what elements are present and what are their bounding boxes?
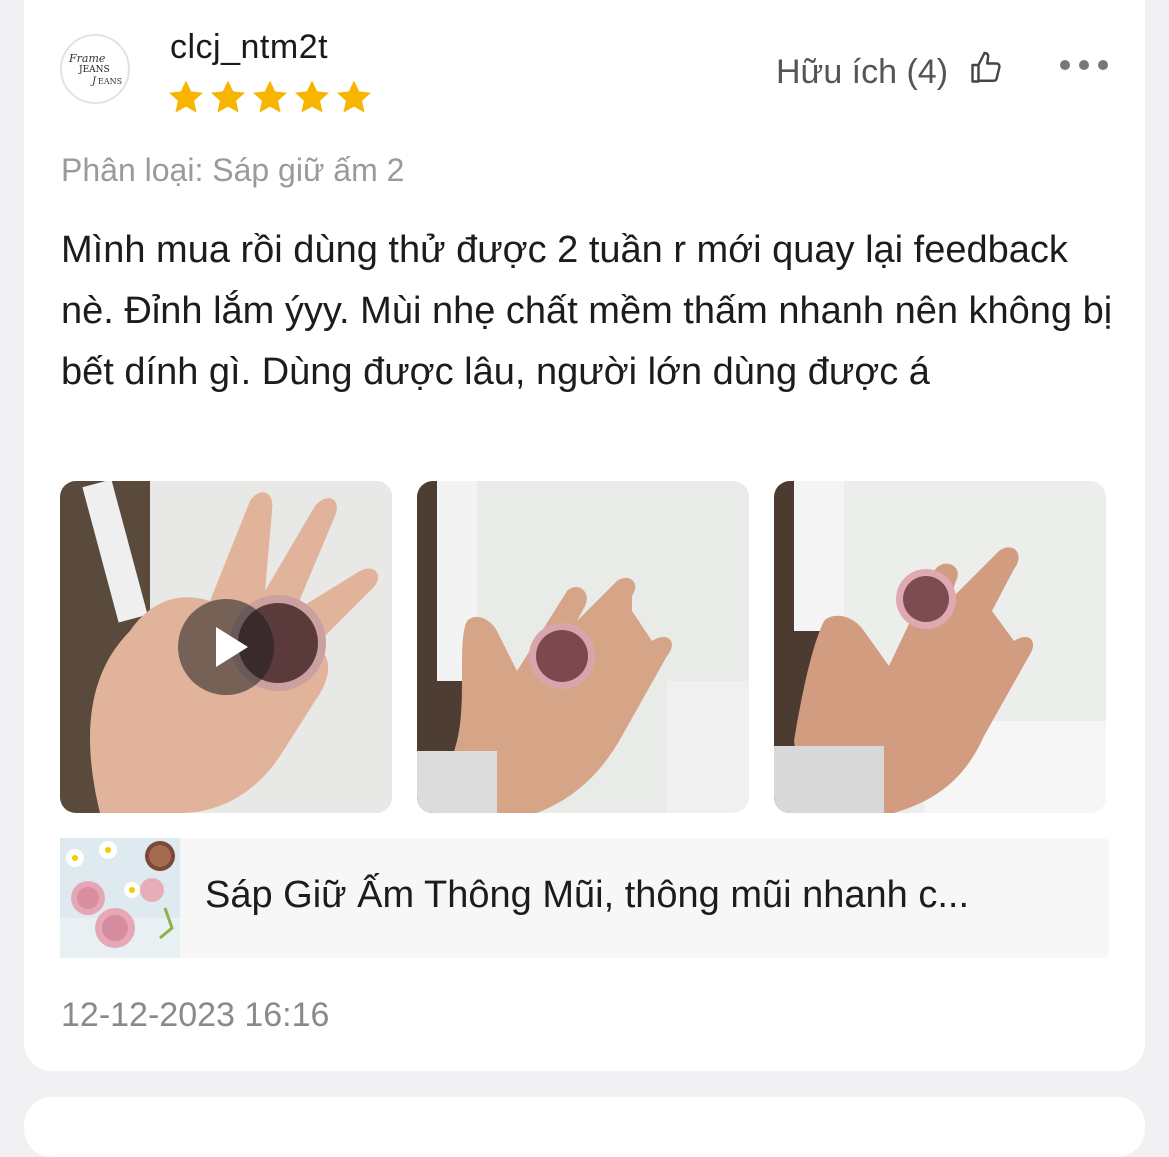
star-icon	[252, 80, 288, 113]
svg-text:J: J	[90, 76, 97, 87]
play-icon[interactable]	[178, 599, 274, 695]
review-photo[interactable]	[417, 481, 749, 813]
next-review-card	[24, 1097, 1145, 1157]
review-text: Mình mua rồi dùng thử được 2 tuần r mới …	[61, 229, 1113, 393]
rating-stars	[166, 78, 374, 116]
svg-text:EANS: EANS	[98, 77, 122, 86]
avatar-logo: Frame JEANS J EANS	[68, 52, 122, 87]
product-title: Sáp Giữ Ấm Thông Mũi, thông mũi nhanh c.…	[205, 874, 970, 916]
svg-text:Frame: Frame	[68, 52, 106, 65]
avatar[interactable]: Frame JEANS J EANS	[60, 34, 130, 104]
star-icon	[336, 80, 372, 113]
star-icon	[294, 80, 330, 113]
helpful-label: Hữu ích (4)	[776, 53, 949, 91]
product-thumbnail	[60, 838, 180, 958]
helpful-button[interactable]: Hữu ích (4)	[776, 50, 1004, 95]
star-icon	[210, 80, 246, 113]
username[interactable]: clcj_ntm2t	[170, 28, 328, 67]
thumbs-up-icon	[968, 50, 1004, 95]
star-icon	[168, 80, 204, 113]
review-timestamp: 12-12-2023 16:16	[61, 996, 330, 1034]
svg-text:JEANS: JEANS	[78, 65, 110, 75]
more-icon[interactable]	[1060, 60, 1108, 70]
variant-label: Phân loại: Sáp giữ ấm 2	[61, 152, 405, 188]
product-link[interactable]: Sáp Giữ Ấm Thông Mũi, thông mũi nhanh c.…	[60, 838, 1109, 958]
review-video-thumbnail[interactable]	[60, 481, 392, 813]
review-photo[interactable]	[774, 481, 1106, 813]
